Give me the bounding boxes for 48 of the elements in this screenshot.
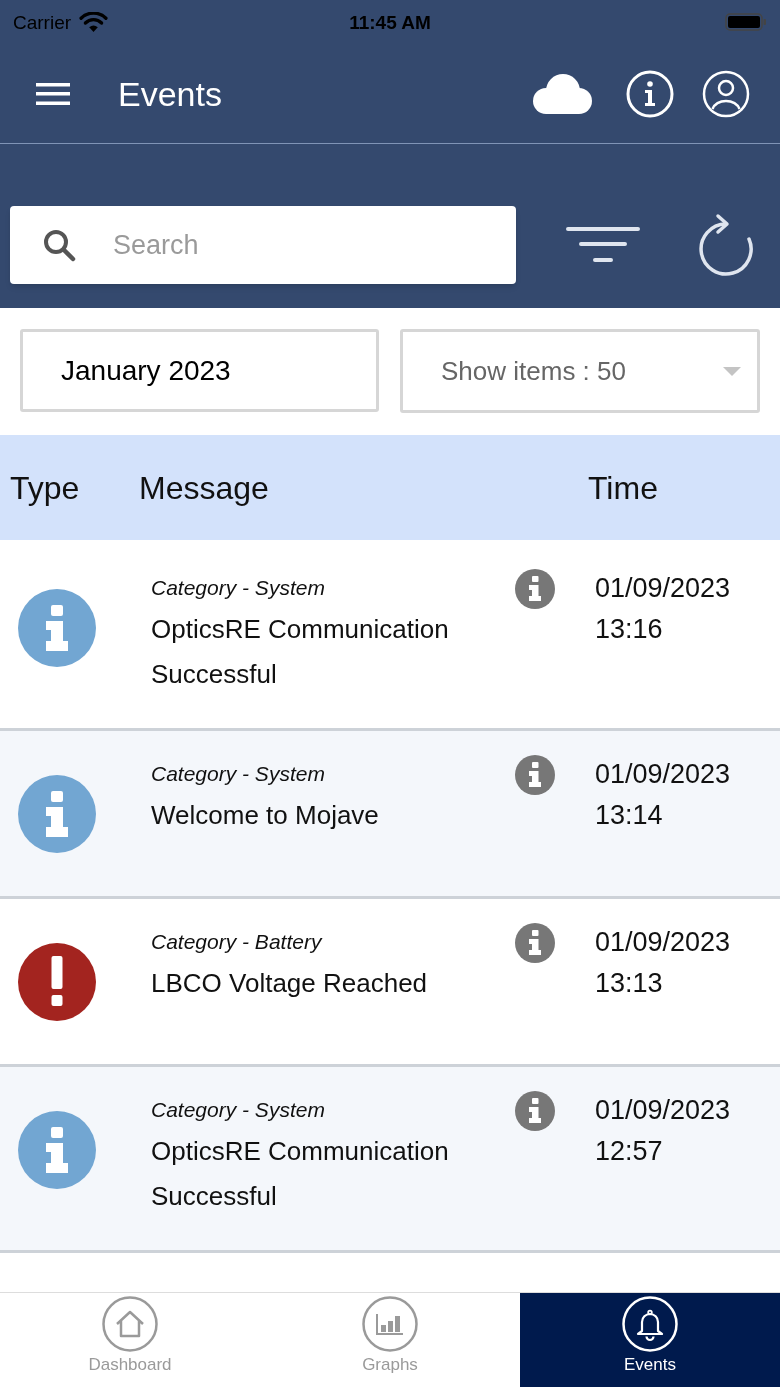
alert-icon — [18, 943, 96, 1021]
event-time: 12:57 — [595, 1135, 664, 1168]
caret-icon — [723, 366, 741, 376]
month-picker[interactable]: January 2023 — [20, 329, 379, 412]
event-date: 01/09/2023 — [595, 758, 732, 791]
search-field[interactable]: Search — [10, 206, 516, 284]
event-message: OpticsRE Communication Successful — [151, 613, 450, 691]
event-category: Category - System — [151, 761, 326, 787]
event-time: 13:13 — [595, 967, 664, 1000]
event-message: LBCO Voltage Reached — [151, 967, 429, 1000]
cloud-icon[interactable] — [531, 72, 593, 115]
event-date: 01/09/2023 — [595, 1094, 732, 1127]
column-header: Time — [588, 468, 659, 508]
wifi-icon — [79, 11, 109, 33]
event-date: 01/09/2023 — [595, 926, 732, 959]
search-icon — [42, 228, 76, 262]
info-icon[interactable] — [515, 923, 555, 963]
event-time: 13:14 — [595, 799, 664, 832]
refresh-icon[interactable] — [698, 213, 754, 277]
event-category: Category - System — [151, 575, 326, 601]
show-items-label: Show items : 50 — [441, 354, 626, 388]
page-title: Events — [118, 76, 222, 111]
info-icon — [18, 775, 96, 853]
carrier-label: Carrier — [13, 12, 72, 32]
show-items-dropdown[interactable]: Show items : 50 — [400, 329, 760, 413]
filter-icon[interactable] — [566, 225, 640, 265]
event-category: Category - Battery — [151, 929, 324, 955]
user-icon[interactable] — [702, 69, 750, 118]
column-header: Message — [139, 468, 270, 508]
event-category: Category - System — [151, 1097, 326, 1123]
menu-icon[interactable] — [36, 82, 70, 105]
info-icon[interactable] — [515, 1091, 555, 1131]
bar-chart-icon — [362, 1296, 418, 1352]
info-icon — [18, 1111, 96, 1189]
battery-icon — [725, 13, 767, 31]
info-icon[interactable] — [515, 755, 555, 795]
info-icon[interactable] — [515, 569, 555, 609]
event-message: Welcome to Mojave — [151, 799, 380, 832]
event-time: 13:16 — [595, 613, 664, 646]
info-icon — [18, 589, 96, 667]
event-message: OpticsRE Communication Successful — [151, 1135, 450, 1213]
bell-icon — [622, 1296, 678, 1352]
info-icon[interactable] — [626, 69, 674, 118]
home-icon — [102, 1296, 158, 1352]
tab[interactable]: Events — [520, 1293, 780, 1387]
column-header: Type — [9, 468, 81, 508]
event-date: 01/09/2023 — [595, 572, 732, 605]
status-time: 11:45 AM — [349, 12, 431, 32]
